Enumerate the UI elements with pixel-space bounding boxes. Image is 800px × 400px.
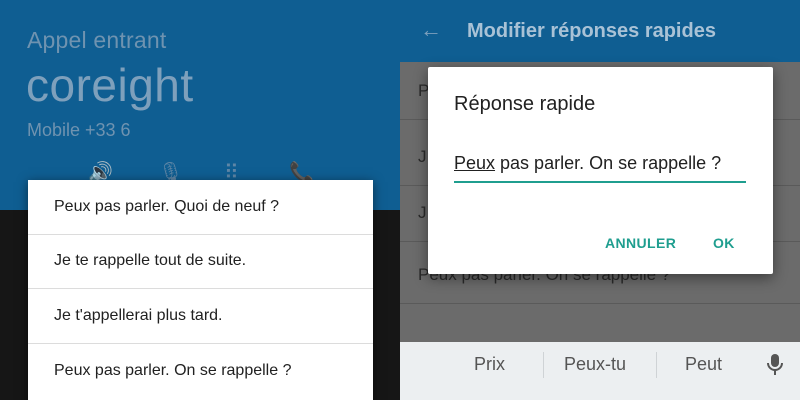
suggestion-divider (543, 352, 544, 378)
back-arrow-icon[interactable]: ← (420, 17, 442, 43)
caller-name: coreight (26, 59, 194, 111)
quick-reply-item[interactable]: Je t'appellerai plus tard. (28, 289, 373, 344)
quick-response-dialog: Réponse rapide Peux pas parler. On se ra… (428, 67, 773, 274)
suggestion-chip[interactable]: Peut (685, 354, 722, 375)
cancel-button[interactable]: ANNULER (605, 235, 676, 251)
app-bar: ← Modifier réponses rapides (400, 0, 800, 62)
suggestion-chip[interactable]: Peux-tu (564, 354, 626, 375)
autocorrect-word: Peux (454, 153, 496, 173)
page-title: Modifier réponses rapides (467, 20, 716, 42)
suggestion-chip[interactable]: Prix (474, 354, 505, 375)
call-header: Appel entrant coreight Mobile +33 6 🔊 🎙 … (0, 0, 400, 210)
edit-quick-responses-screen: ← Modifier réponses rapides P J J Peux p… (400, 0, 800, 400)
response-text-field[interactable]: Peux pas parler. On se rappelle ? (454, 153, 746, 183)
quick-reply-item[interactable]: Peux pas parler. On se rappelle ? (28, 344, 373, 399)
quick-reply-sheet: Peux pas parler. Quoi de neuf ? Je te ra… (28, 180, 373, 400)
field-text: pas parler. On se rappelle ? (495, 153, 722, 173)
call-status-label: Appel entrant (27, 27, 167, 53)
microphone-icon[interactable] (767, 352, 783, 378)
ok-button[interactable]: OK (713, 235, 735, 251)
caller-number: Mobile +33 6 (27, 120, 131, 140)
incoming-call-screen: Appel entrant coreight Mobile +33 6 🔊 🎙 … (0, 0, 400, 400)
quick-reply-item[interactable]: Je te rappelle tout de suite. (28, 235, 373, 289)
quick-reply-item[interactable]: Peux pas parler. Quoi de neuf ? (28, 180, 373, 235)
suggestion-divider (656, 352, 657, 378)
dialog-title: Réponse rapide (454, 93, 596, 115)
keyboard-suggestion-bar: Prix Peux-tu Peut (400, 342, 800, 400)
